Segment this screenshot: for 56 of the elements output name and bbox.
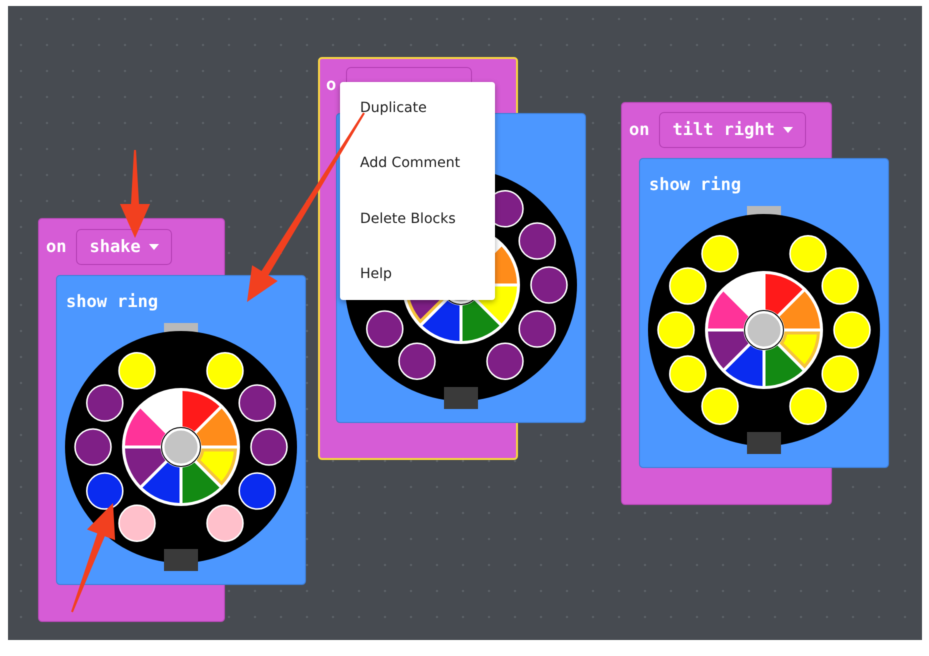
led-light[interactable]: [206, 352, 244, 390]
led-light[interactable]: [701, 235, 739, 273]
color-swatch[interactable]: [725, 346, 762, 386]
color-swatch[interactable]: [766, 346, 803, 386]
color-swatch[interactable]: [708, 332, 748, 369]
led-light[interactable]: [669, 355, 707, 393]
led-light[interactable]: [486, 342, 524, 380]
color-swatch[interactable]: [182, 462, 220, 503]
color-swatch[interactable]: [142, 462, 180, 503]
led-light[interactable]: [530, 266, 568, 304]
led-light[interactable]: [657, 311, 695, 349]
menu-item[interactable]: Help: [340, 262, 495, 286]
block-label: on: [46, 236, 66, 256]
block-label: show ring: [66, 292, 158, 312]
led-light[interactable]: [238, 384, 276, 422]
led-light[interactable]: [238, 472, 276, 510]
led-light[interactable]: [206, 504, 244, 542]
led-light[interactable]: [250, 428, 288, 466]
menu-item[interactable]: Duplicate: [340, 96, 495, 120]
menu-item[interactable]: Add Comment: [340, 151, 495, 176]
led-light[interactable]: [86, 384, 124, 422]
led-light[interactable]: [789, 235, 827, 273]
color-swatch[interactable]: [422, 300, 460, 341]
led-light[interactable]: [398, 342, 436, 380]
led-light[interactable]: [789, 387, 827, 425]
led-light[interactable]: [74, 428, 112, 466]
color-swatch[interactable]: [196, 408, 237, 446]
block-label: on: [629, 120, 650, 140]
bottom-connector: [747, 432, 781, 454]
color-swatch[interactable]: [780, 332, 820, 368]
bottom-connector: [444, 387, 478, 409]
led-light[interactable]: [821, 355, 859, 393]
led-light[interactable]: [518, 222, 556, 260]
color-swatch[interactable]: [780, 291, 820, 328]
led-light[interactable]: [366, 310, 404, 348]
bottom-connector: [164, 549, 198, 571]
led-light[interactable]: [118, 504, 156, 542]
led-light[interactable]: [833, 311, 871, 349]
led-light[interactable]: [669, 267, 707, 305]
led-light[interactable]: [118, 352, 156, 390]
color-swatch[interactable]: [766, 274, 803, 314]
color-swatch[interactable]: [197, 448, 237, 485]
color-swatch[interactable]: [462, 300, 500, 341]
block-label: o: [326, 75, 336, 95]
color-swatch[interactable]: [125, 408, 166, 446]
led-light[interactable]: [86, 472, 124, 510]
menu-item[interactable]: Delete Blocks: [340, 206, 495, 231]
caret-icon: [148, 244, 159, 250]
led-light[interactable]: [701, 387, 739, 425]
led-light[interactable]: [821, 267, 859, 305]
led-light[interactable]: [518, 310, 556, 348]
block-label: show ring: [649, 175, 742, 195]
color-swatch[interactable]: [708, 291, 748, 328]
color-swatch[interactable]: [125, 448, 166, 486]
caret-icon: [782, 127, 793, 133]
color-swatch[interactable]: [182, 391, 220, 432]
